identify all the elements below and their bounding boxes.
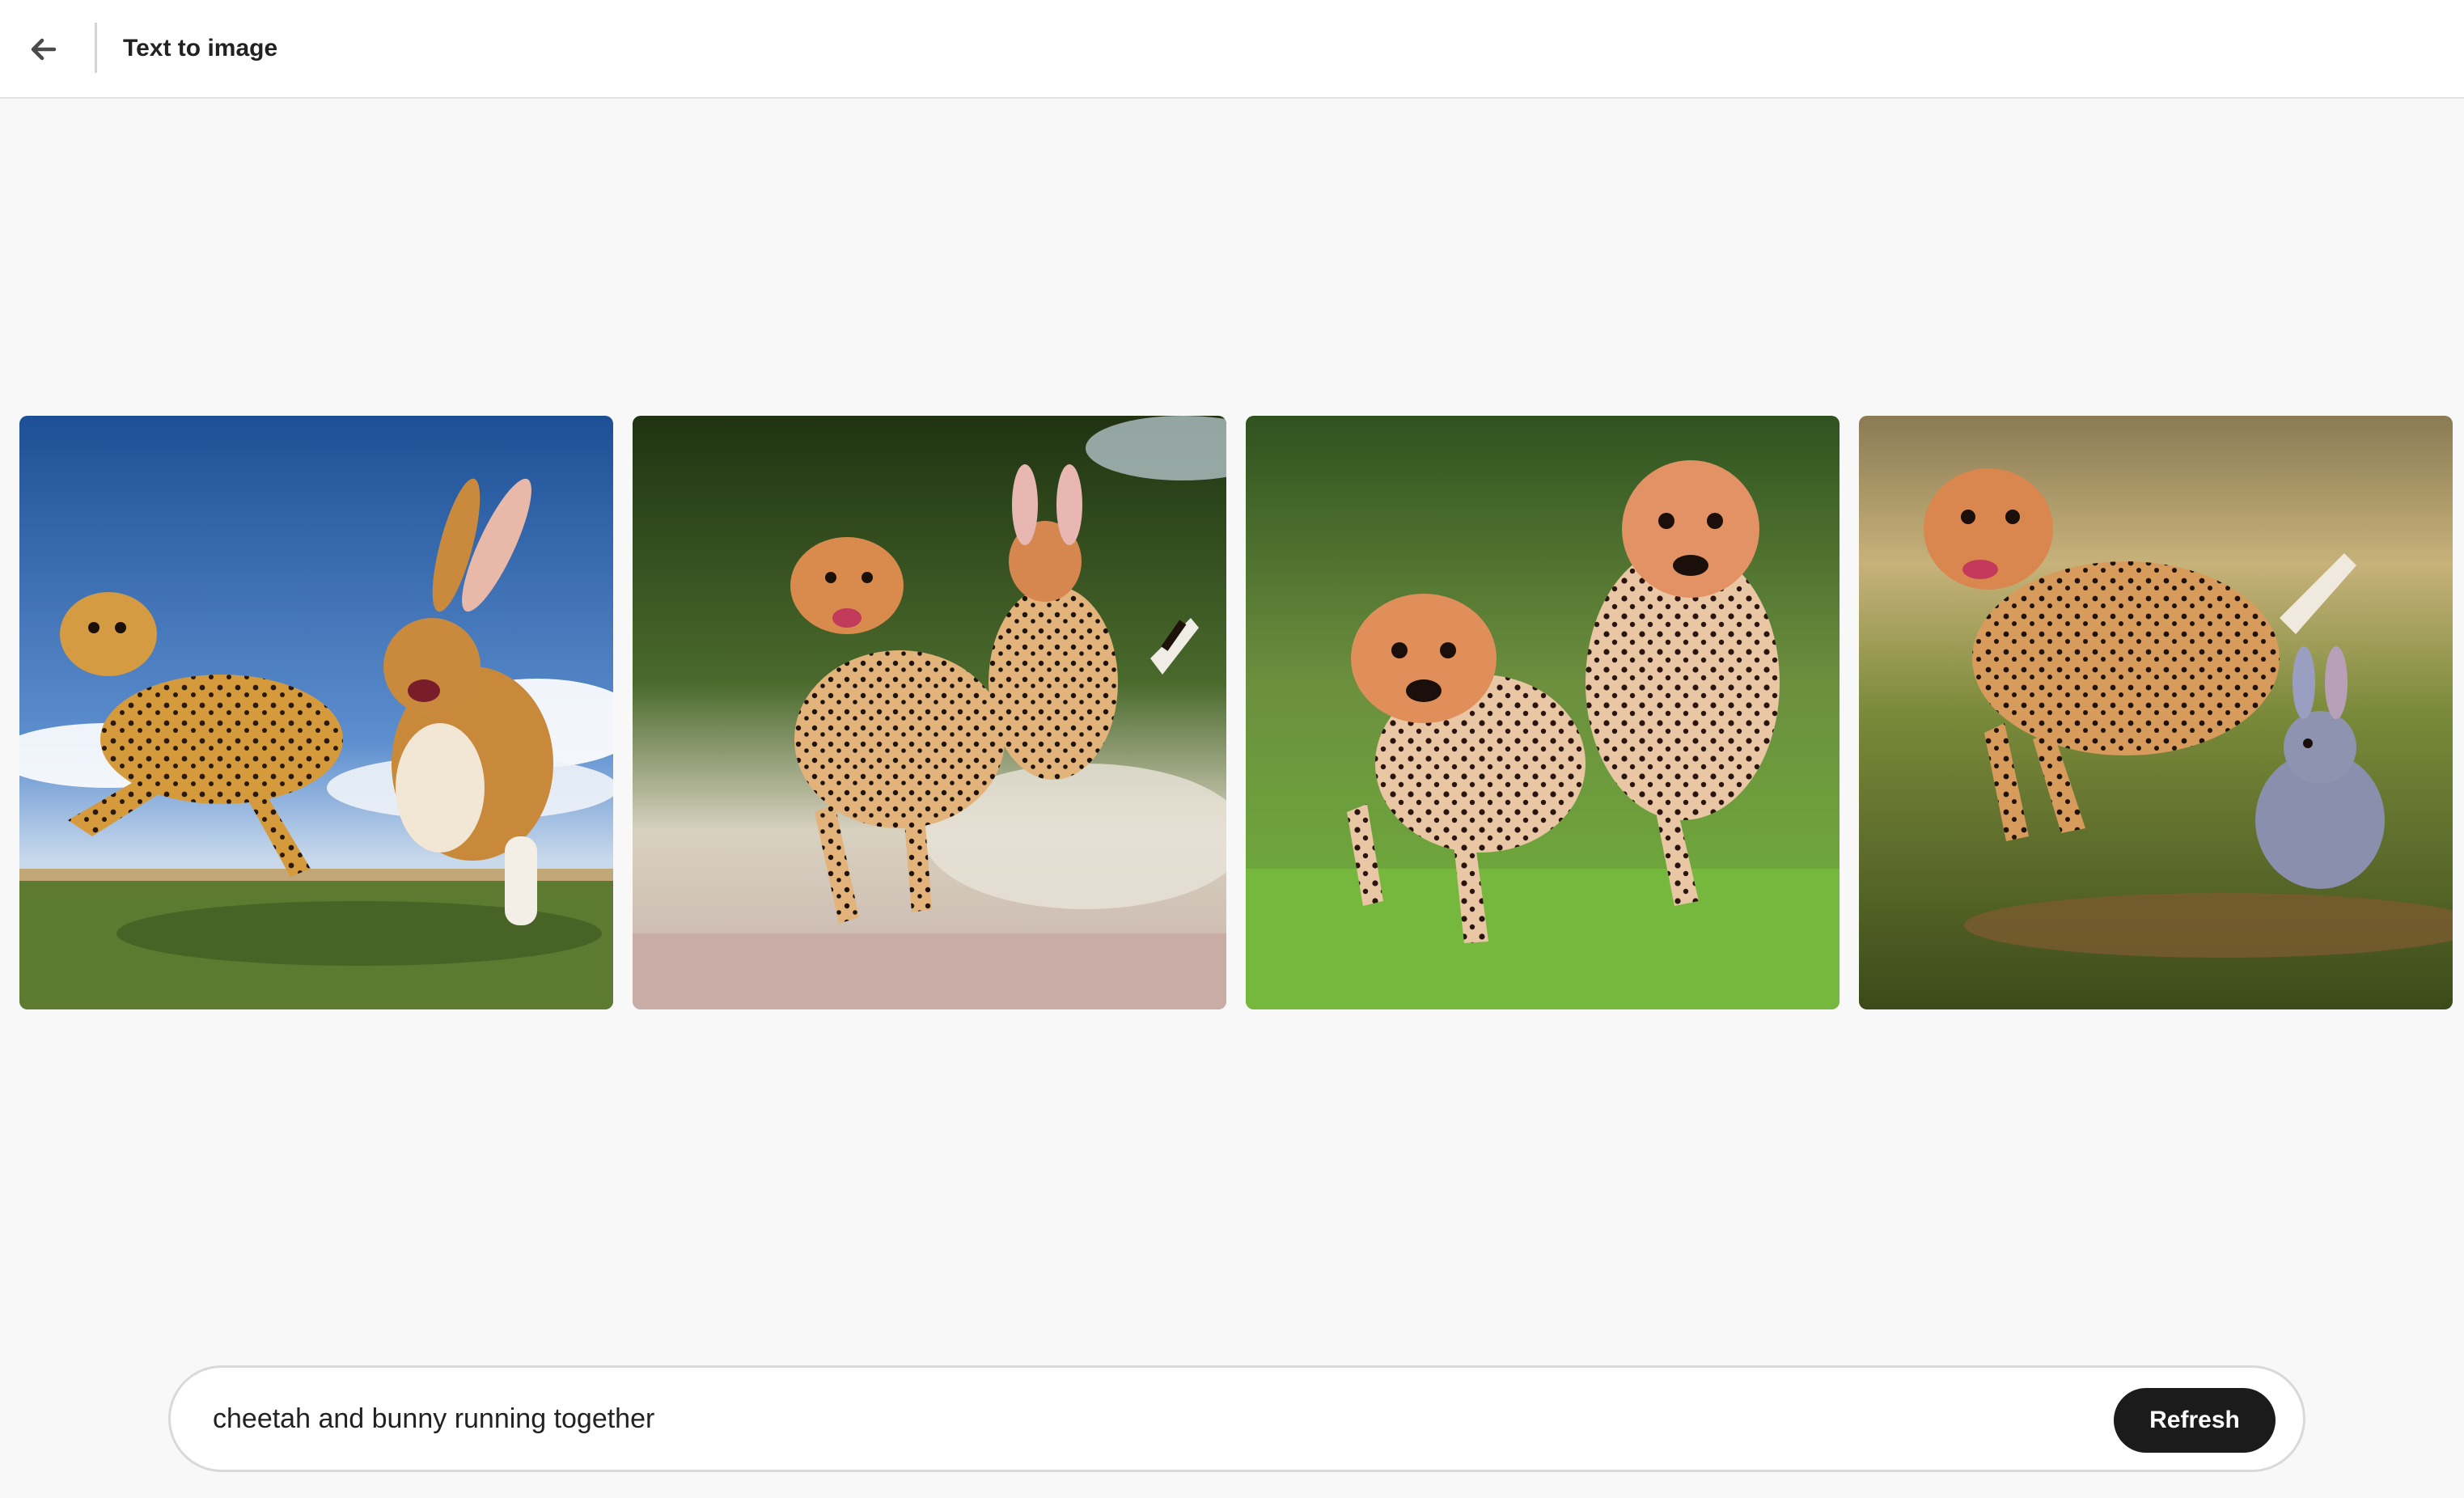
page-title: Text to image [123,35,278,61]
generated-image-4[interactable] [1859,416,2453,1009]
header-divider [95,23,97,73]
cheetah-rabbit-image [19,416,613,1009]
generated-image-2[interactable] [633,416,1226,1009]
generated-image-1[interactable] [19,416,613,1009]
back-button[interactable] [18,24,68,74]
image-gallery [19,416,2454,1009]
two-cheetahs-image [1246,416,1840,1009]
generated-image-3[interactable] [1246,416,1840,1009]
prompt-bar: Refresh [168,1365,2305,1472]
arrow-left-icon [31,38,57,61]
top-bar: Text to image [0,0,2464,99]
cheetah-hare-image [633,416,1226,1009]
cheetah-bunny-image [1859,416,2453,1009]
prompt-input[interactable] [213,1392,2073,1445]
refresh-button[interactable]: Refresh [2114,1388,2276,1453]
